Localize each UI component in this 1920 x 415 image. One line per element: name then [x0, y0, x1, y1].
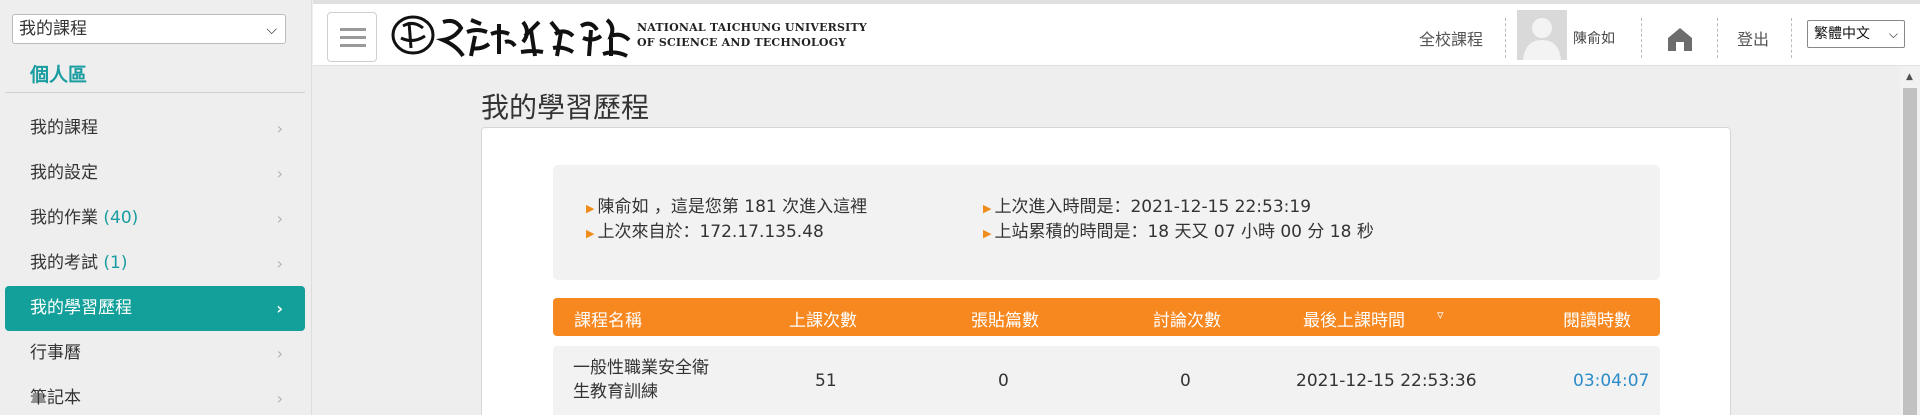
- divider: [5, 92, 305, 93]
- reading-time-cell[interactable]: 03:04:07: [1573, 371, 1649, 391]
- course-name-line: 生教育訓練: [573, 382, 658, 402]
- sidebar-item-my-settings[interactable]: 我的設定 ›: [5, 151, 305, 196]
- sidebar-item-label: 我的課程: [30, 118, 98, 138]
- sidebar: 我的課程 ⌵ 個人區 我的課程 › 我的設定 › 我的作業 (40) › 我的考…: [0, 0, 312, 415]
- visit-count-info: ▶ 陳俞如 ，這是您第 181 次進入這裡: [586, 192, 867, 217]
- sidebar-item-label: 筆記本: [30, 388, 81, 408]
- course-select-value: 我的課程: [19, 19, 87, 39]
- user-name[interactable]: 陳俞如: [1573, 28, 1615, 48]
- language-select-value: 繁體中文: [1814, 26, 1870, 42]
- total-time-text: 上站累積的時間是：18 天又 07 小時 00 分 18 秒: [994, 222, 1374, 242]
- sidebar-item-count: (40): [98, 208, 139, 228]
- hamburger-icon[interactable]: [327, 12, 377, 62]
- chevron-right-icon: ›: [276, 209, 283, 228]
- scroll-up-arrow-icon[interactable]: ▲: [1906, 72, 1913, 82]
- user-silhouette-icon: [1523, 18, 1561, 60]
- login-info-box: ▶ 陳俞如 ，這是您第 181 次進入這裡 ▶ 上次來自於：172.17.135.4…: [553, 165, 1660, 280]
- column-header-reading-time[interactable]: 閱讀時數: [1563, 306, 1631, 331]
- column-header-posts[interactable]: 張貼篇數: [971, 306, 1039, 331]
- sidebar-item-count: (1): [98, 253, 128, 273]
- last-login-text: 上次進入時間是：2021-12-15 22:53:19: [994, 197, 1312, 217]
- chevron-right-icon: ›: [276, 254, 283, 273]
- sidebar-item-calendar[interactable]: 行事曆 ›: [5, 331, 305, 376]
- last-time-cell: 2021-12-15 22:53:36: [1296, 371, 1477, 391]
- chevron-right-icon: ›: [276, 344, 283, 363]
- sidebar-item-my-exams[interactable]: 我的考試 (1) ›: [5, 241, 305, 286]
- divider: [1717, 18, 1718, 58]
- chevron-right-icon: ›: [276, 119, 283, 138]
- top-header: NATIONAL TAICHUNG UNIVERSITY OF SCIENCE …: [313, 0, 1920, 66]
- sidebar-item-label: 我的設定: [30, 163, 98, 183]
- avatar[interactable]: [1517, 10, 1567, 60]
- language-select[interactable]: 繁體中文 ⌵: [1807, 20, 1905, 48]
- chevron-right-icon: ›: [276, 389, 283, 408]
- divider: [1641, 18, 1642, 58]
- university-name-en: NATIONAL TAICHUNG UNIVERSITY OF SCIENCE …: [637, 20, 867, 50]
- bullet-triangle-icon: ▶: [586, 227, 595, 240]
- last-ip-text: 上次來自於：172.17.135.48: [597, 222, 824, 242]
- course-name-line: 一般性職業安全衛: [573, 358, 709, 378]
- sidebar-item-notebook[interactable]: 筆記本 ›: [5, 376, 305, 415]
- sidebar-item-label: 我的學習歷程: [30, 298, 132, 318]
- total-time-info: ▶ 上站累積的時間是：18 天又 07 小時 00 分 18 秒: [983, 217, 1374, 242]
- divider: [1791, 18, 1792, 58]
- page-title: 我的學習歷程: [481, 91, 650, 124]
- divider: [1505, 18, 1506, 58]
- scrollbar-thumb[interactable]: [1903, 88, 1917, 415]
- table-header: 課程名稱 上課次數 張貼篇數 討論次數 最後上課時間 ▿ 閱讀時數: [553, 298, 1660, 336]
- sidebar-item-label: 我的考試: [30, 253, 98, 273]
- column-header-sessions[interactable]: 上課次數: [789, 306, 857, 331]
- sidebar-menu: 我的課程 › 我的設定 › 我的作業 (40) › 我的考試 (1) › 我的學…: [0, 106, 312, 415]
- last-login-info: ▶ 上次進入時間是：2021-12-15 22:53:19: [983, 192, 1311, 217]
- logout-link[interactable]: 登出: [1737, 26, 1769, 50]
- personal-area-heading: 個人區: [30, 64, 88, 86]
- university-name-en-line1: NATIONAL TAICHUNG UNIVERSITY: [637, 21, 867, 34]
- university-name-en-line2: OF SCIENCE AND TECHNOLOGY: [637, 36, 847, 49]
- chevron-right-icon: ›: [276, 164, 283, 183]
- university-logo[interactable]: [385, 8, 635, 64]
- sidebar-item-learning-history[interactable]: 我的學習歷程 ›: [5, 286, 305, 331]
- column-header-discussions[interactable]: 討論次數: [1153, 306, 1221, 331]
- column-header-last-time[interactable]: 最後上課時間: [1303, 306, 1405, 331]
- bullet-triangle-icon: ▶: [983, 227, 992, 240]
- sidebar-item-my-courses[interactable]: 我的課程 ›: [5, 106, 305, 151]
- table-row: 一般性職業安全衛 生教育訓練 51 0 0 2021-12-15 22:53:3…: [553, 346, 1660, 415]
- sidebar-item-my-assignments[interactable]: 我的作業 (40) ›: [5, 196, 305, 241]
- scrollbar[interactable]: ▲: [1900, 66, 1920, 415]
- home-icon[interactable]: [1665, 26, 1695, 52]
- last-ip-info: ▶ 上次來自於：172.17.135.48: [586, 217, 824, 242]
- learning-history-panel: ▶ 陳俞如 ，這是您第 181 次進入這裡 ▶ 上次來自於：172.17.135.4…: [481, 127, 1731, 415]
- chevron-down-icon: ⌵: [1888, 27, 1898, 41]
- bullet-triangle-icon: ▶: [586, 202, 595, 215]
- all-courses-link[interactable]: 全校課程: [1419, 26, 1483, 50]
- posts-cell: 0: [998, 371, 1009, 391]
- discussions-cell: 0: [1180, 371, 1191, 391]
- sidebar-item-label: 我的作業: [30, 208, 98, 228]
- course-name-cell[interactable]: 一般性職業安全衛 生教育訓練: [573, 356, 709, 404]
- bullet-triangle-icon: ▶: [983, 202, 992, 215]
- sessions-cell: 51: [815, 371, 837, 391]
- chevron-right-icon: ›: [276, 299, 283, 318]
- chevron-down-icon: ⌵: [266, 22, 277, 38]
- sort-desc-icon[interactable]: ▿: [1437, 308, 1444, 323]
- visit-count-text: 陳俞如 ，這是您第 181 次進入這裡: [597, 197, 868, 217]
- column-header-course-name[interactable]: 課程名稱: [574, 306, 642, 331]
- sidebar-item-label: 行事曆: [30, 343, 81, 363]
- course-select[interactable]: 我的課程 ⌵: [12, 14, 286, 44]
